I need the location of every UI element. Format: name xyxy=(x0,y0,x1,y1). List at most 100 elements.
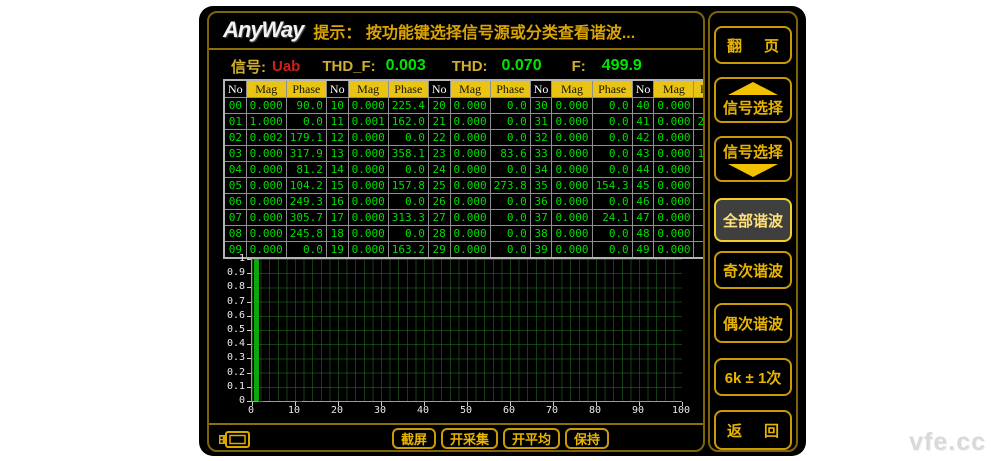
phase-cell: 305.7 xyxy=(286,210,326,226)
hold-button[interactable]: 保持 xyxy=(565,428,609,449)
6k-plus-minus-1-button[interactable]: 6k ± 1次 xyxy=(714,358,792,396)
mag-cell: 0.000 xyxy=(450,210,490,226)
harmonic-no-cell: 26 xyxy=(428,194,450,210)
button-label-part: 回 xyxy=(764,420,779,441)
button-label: 信号选择 xyxy=(723,141,783,162)
mag-cell: 0.000 xyxy=(348,226,388,242)
mag-cell: 0.000 xyxy=(450,130,490,146)
start-average-button[interactable]: 开平均 xyxy=(503,428,560,449)
mag-cell: 0.000 xyxy=(552,162,592,178)
y-axis-tick-label: 0.5 xyxy=(209,324,245,336)
signal-select-down-button[interactable]: 信号选择 xyxy=(714,136,792,182)
signal-select-up-button[interactable]: 信号选择 xyxy=(714,77,792,123)
harmonic-no-cell: 24 xyxy=(428,162,450,178)
mag-cell: 0.000 xyxy=(552,98,592,114)
col-header-mag: Mag xyxy=(348,80,388,98)
phase-cell: 104.2 xyxy=(286,178,326,194)
harmonic-no-cell: 06 xyxy=(224,194,246,210)
button-label-part: 翻 xyxy=(727,35,742,56)
harmonic-no-cell: 03 xyxy=(224,146,246,162)
all-harmonics-button[interactable]: 全部谐波 xyxy=(714,198,792,242)
mag-cell: 0.000 xyxy=(246,98,286,114)
harmonic-no-cell: 02 xyxy=(224,130,246,146)
mag-cell: 0.000 xyxy=(654,146,694,162)
button-label: 返回 xyxy=(716,420,790,441)
mag-cell: 0.000 xyxy=(348,98,388,114)
mag-cell: 0.001 xyxy=(348,114,388,130)
header-bar: AnyWay 提示： 按功能键选择信号源或分类查看谐波... xyxy=(209,13,703,50)
signal-value: Uab xyxy=(272,58,300,75)
arrow-up-icon xyxy=(728,82,778,95)
page-flip-button[interactable]: 翻页 xyxy=(714,26,792,64)
phase-cell: 0.0 xyxy=(388,194,428,210)
return-button[interactable]: 返回 xyxy=(714,410,792,450)
x-axis-tick-label: 20 xyxy=(331,405,343,416)
harmonic-no-cell: 35 xyxy=(530,178,552,194)
mag-cell: 0.000 xyxy=(552,210,592,226)
x-axis-tick-label: 40 xyxy=(417,405,429,416)
y-axis-tick xyxy=(247,287,251,288)
mag-cell: 0.000 xyxy=(450,226,490,242)
harmonic-no-cell: 13 xyxy=(326,146,348,162)
harmonic-no-cell: 38 xyxy=(530,226,552,242)
phase-cell: 317.9 xyxy=(286,146,326,162)
col-header-mag: Mag xyxy=(246,80,286,98)
phase-cell: 358.1 xyxy=(388,146,428,162)
phase-cell: 0.0 xyxy=(388,130,428,146)
screenshot-button[interactable]: 截屏 xyxy=(392,428,436,449)
freq-label: F: xyxy=(572,58,586,75)
mag-cell: 0.000 xyxy=(654,210,694,226)
harmonic-no-cell: 47 xyxy=(632,210,654,226)
mag-cell: 0.000 xyxy=(450,98,490,114)
table-row: 000.00090.0100.000225.4200.0000.0300.000… xyxy=(224,98,705,114)
harmonic-no-cell: 48 xyxy=(632,226,654,242)
mag-cell: 0.000 xyxy=(654,194,694,210)
harmonic-no-cell: 12 xyxy=(326,130,348,146)
mag-cell: 0.000 xyxy=(552,146,592,162)
y-axis-tick-label: 0.2 xyxy=(209,367,245,379)
harmonic-no-cell: 42 xyxy=(632,130,654,146)
harmonic-no-cell: 16 xyxy=(326,194,348,210)
harmonic-no-cell: 44 xyxy=(632,162,654,178)
phase-cell: 0.0 xyxy=(490,130,530,146)
even-harmonics-button[interactable]: 偶次谐波 xyxy=(714,303,792,343)
table-row: 080.000245.8180.0000.0280.0000.0380.0000… xyxy=(224,226,705,242)
chart-plot xyxy=(251,259,682,402)
phase-cell: 0.0 xyxy=(592,114,632,130)
mag-cell: 0.000 xyxy=(654,162,694,178)
harmonic-no-cell: 37 xyxy=(530,210,552,226)
harmonic-no-cell: 17 xyxy=(326,210,348,226)
button-label: 翻页 xyxy=(716,35,790,56)
start-capture-button[interactable]: 开采集 xyxy=(441,428,498,449)
harmonic-no-cell: 01 xyxy=(224,114,246,130)
col-header-no: No xyxy=(428,80,450,98)
table-row: 070.000305.7170.000313.3270.0000.0370.00… xyxy=(224,210,705,226)
analyzer-screen: AnyWay 提示： 按功能键选择信号源或分类查看谐波... 信号: Uab T… xyxy=(199,6,806,456)
phase-cell: 126.4 xyxy=(694,146,705,162)
phase-cell: 162.0 xyxy=(388,114,428,130)
phase-cell: 0.0 xyxy=(694,130,705,146)
bottom-button-group: 截屏开采集开平均保持 xyxy=(392,428,609,449)
phase-cell: 260.3 xyxy=(694,114,705,130)
harmonic-no-cell: 14 xyxy=(326,162,348,178)
phase-cell: 24.1 xyxy=(592,210,632,226)
mag-cell: 0.000 xyxy=(654,114,694,130)
table-header: NoMagPhaseNoMagPhaseNoMagPhaseNoMagPhase… xyxy=(224,80,705,98)
mag-cell: 0.000 xyxy=(348,130,388,146)
odd-harmonics-button[interactable]: 奇次谐波 xyxy=(714,251,792,289)
phase-cell: 0.0 xyxy=(490,162,530,178)
mag-cell: 0.000 xyxy=(246,162,286,178)
harmonic-no-cell: 45 xyxy=(632,178,654,194)
phase-cell: 249.3 xyxy=(286,194,326,210)
col-header-phase: Phase xyxy=(388,80,428,98)
harmonic-no-cell: 33 xyxy=(530,146,552,162)
phase-cell: 154.3 xyxy=(592,178,632,194)
brand-logo: AnyWay xyxy=(223,17,303,43)
harmonic-no-cell: 21 xyxy=(428,114,450,130)
x-axis-tick-label: 30 xyxy=(374,405,386,416)
mag-cell: 0.000 xyxy=(246,178,286,194)
x-axis-tick-label: 70 xyxy=(546,405,558,416)
col-header-phase: Phase xyxy=(490,80,530,98)
col-header-no: No xyxy=(632,80,654,98)
harmonic-no-cell: 25 xyxy=(428,178,450,194)
